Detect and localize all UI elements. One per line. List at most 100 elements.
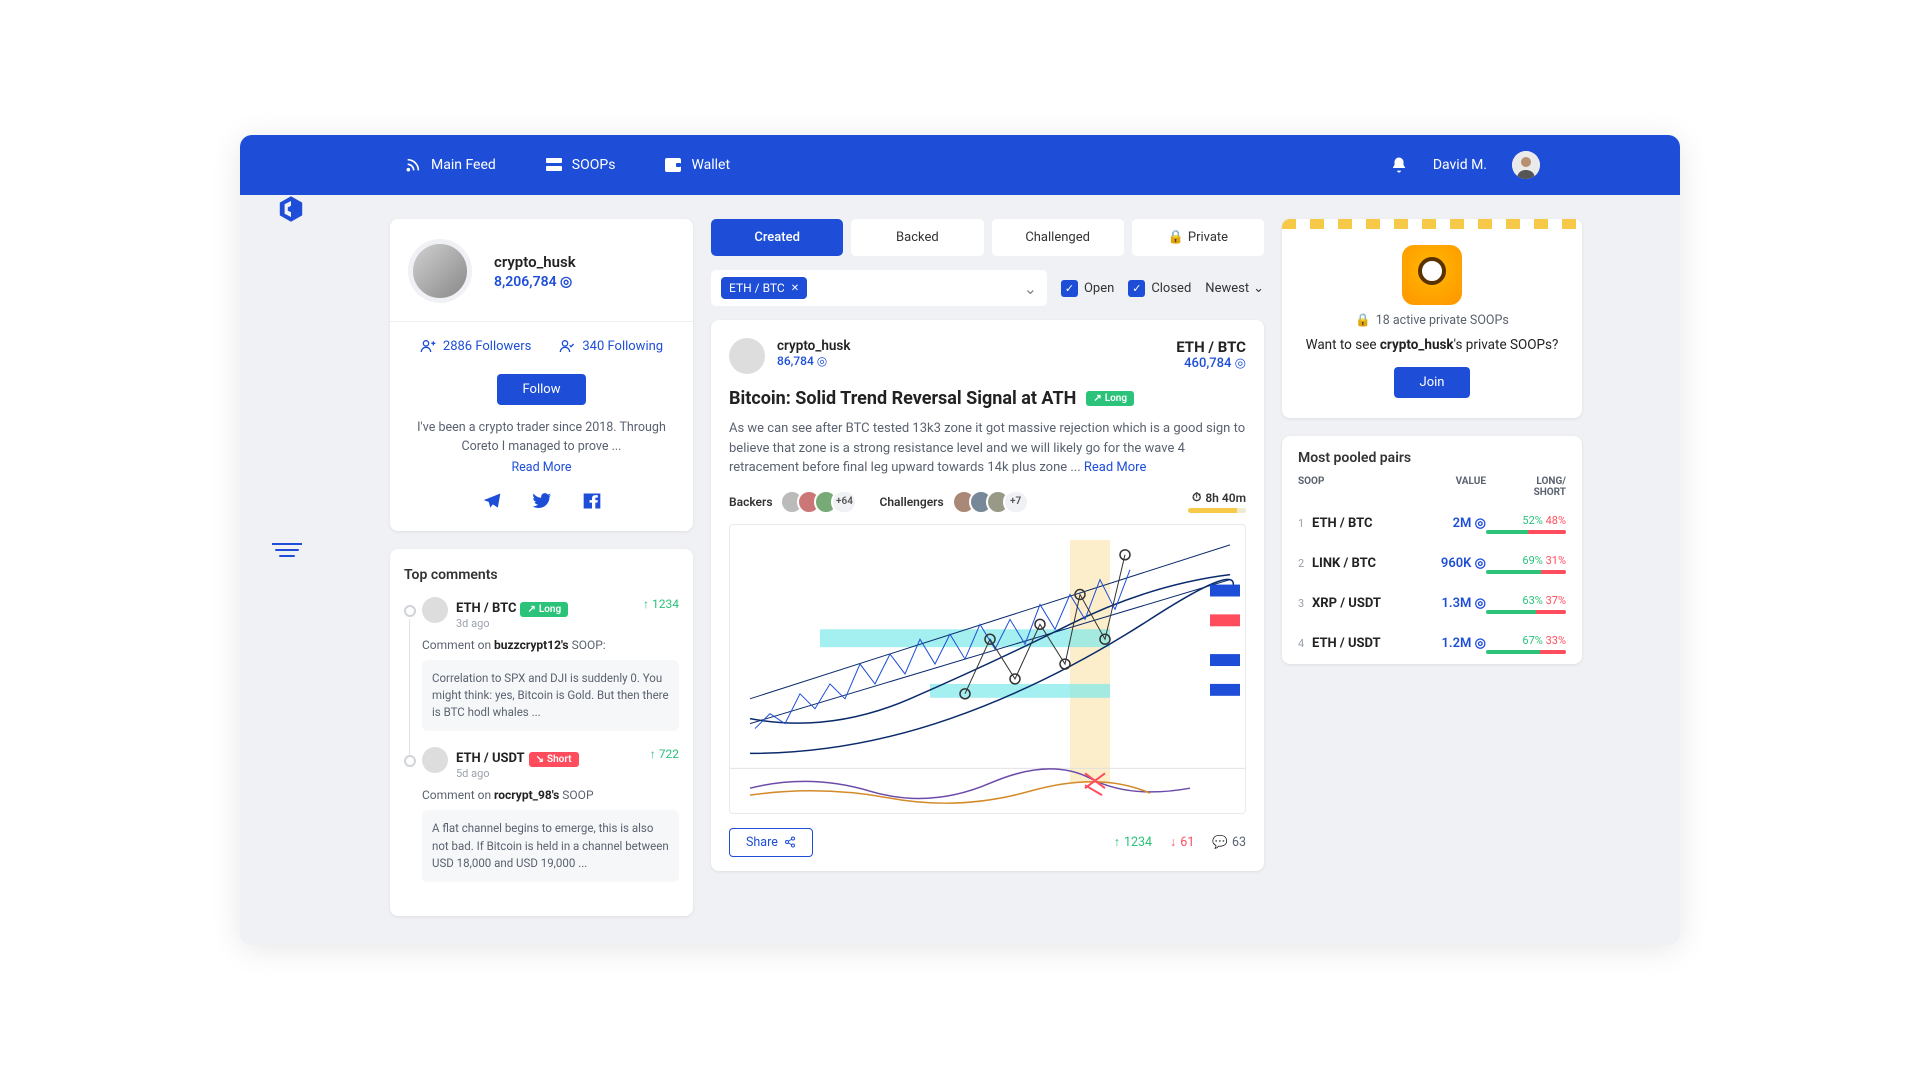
followers-stat[interactable]: 2886 Followers — [420, 338, 531, 354]
app-logo[interactable] — [275, 193, 307, 225]
chevron-down-icon: ⌄ — [1024, 279, 1037, 298]
pool-row[interactable]: 2 LINK / BTC 960K ◎ 69% 31% — [1282, 544, 1582, 584]
current-user-avatar[interactable] — [1512, 151, 1540, 179]
chip-remove-icon[interactable]: ✕ — [791, 283, 799, 294]
pool-long-short: 67% 33% — [1486, 634, 1566, 654]
pool-pair: ETH / USDT — [1312, 636, 1426, 651]
comment-item[interactable]: ETH / BTC ↗ Long 3d ago ↑ 1234 Comment o… — [422, 597, 679, 748]
upvotes[interactable]: ↑ 1234 — [1114, 835, 1152, 850]
post-amount: 460,784 ◎ — [1176, 356, 1246, 371]
post-title: Bitcoin: Solid Trend Reversal Signal at … — [729, 388, 1246, 409]
nav-wallet-label: Wallet — [691, 157, 730, 173]
comments-count[interactable]: 💬 63 — [1212, 835, 1246, 850]
share-button[interactable]: Share — [729, 828, 813, 857]
comment-item[interactable]: ETH / USDT ↘ Short 5d ago ↑ 722 Comment … — [422, 747, 679, 898]
filter-open-checkbox[interactable]: ✓Open — [1061, 280, 1114, 297]
followers-icon — [420, 338, 436, 354]
join-button[interactable]: Join — [1394, 367, 1471, 398]
nav-soops-label: SOOPs — [572, 157, 616, 173]
following-icon — [559, 338, 575, 354]
nav-feed-label: Main Feed — [431, 157, 496, 173]
profile-balance: 8,206,784 ◎ — [494, 274, 576, 290]
comment-body: A flat channel begins to emerge, this is… — [422, 810, 679, 882]
pool-value: 1.3M ◎ — [1426, 596, 1486, 611]
downvotes[interactable]: ↓ 61 — [1170, 835, 1194, 850]
short-badge: ↘ Short — [529, 752, 579, 767]
wallet-icon — [665, 158, 681, 172]
backers-label: Backers — [729, 495, 772, 509]
challengers-label: Challengers — [879, 495, 943, 509]
backers-avatars[interactable]: +64 — [780, 490, 857, 514]
soop-post: crypto_husk 86,784 ◎ ETH / BTC 460,784 ◎… — [711, 320, 1264, 871]
tab-backed[interactable]: Backed — [851, 219, 983, 256]
top-comments-title: Top comments — [404, 567, 679, 583]
pool-long-short: 52% 48% — [1486, 514, 1566, 534]
top-comments-card: Top comments ETH / BTC ↗ Long 3d ago ↑ 1… — [390, 549, 693, 917]
comment-avatar — [422, 747, 448, 773]
post-username[interactable]: crypto_husk — [777, 338, 850, 354]
pool-row[interactable]: 4 ETH / USDT 1.2M ◎ 67% 33% — [1282, 624, 1582, 664]
private-count: 🔒 18 active private SOOPs — [1302, 313, 1562, 328]
profile-username: crypto_husk — [494, 253, 576, 271]
private-soops-card: 🔒 18 active private SOOPs Want to see cr… — [1282, 219, 1582, 418]
challengers-avatars[interactable]: +7 — [952, 490, 1029, 514]
post-balance: 86,784 ◎ — [777, 354, 850, 368]
filter-closed-checkbox[interactable]: ✓Closed — [1128, 280, 1191, 297]
comment-pair: ETH / BTC — [456, 601, 516, 616]
pool-row[interactable]: 1 ETH / BTC 2M ◎ 52% 48% — [1282, 504, 1582, 544]
twitter-icon[interactable] — [532, 491, 552, 511]
lock-icon: 🔒 — [1168, 230, 1184, 245]
pool-header: SOOP VALUE LONG/ SHORT — [1282, 476, 1582, 504]
comment-pair: ETH / USDT — [456, 751, 525, 766]
tab-challenged[interactable]: Challenged — [992, 219, 1124, 256]
comment-votes[interactable]: ↑ 722 — [650, 747, 679, 761]
soops-icon — [546, 158, 562, 172]
pool-row[interactable]: 3 XRP / USDT 1.3M ◎ 63% 37% — [1282, 584, 1582, 624]
tab-private[interactable]: 🔒Private — [1132, 219, 1264, 256]
feed-icon — [405, 157, 421, 173]
post-avatar[interactable] — [729, 338, 765, 374]
current-user-name[interactable]: David M. — [1433, 157, 1487, 173]
comment-age: 3d ago — [456, 617, 568, 630]
pool-long-short: 63% 37% — [1486, 594, 1566, 614]
post-pair: ETH / BTC — [1176, 338, 1246, 356]
pool-title: Most pooled pairs — [1282, 436, 1582, 476]
sort-dropdown[interactable]: Newest ⌄ — [1205, 281, 1264, 296]
pool-value: 1.2M ◎ — [1426, 636, 1486, 651]
backers-more: +64 — [831, 490, 857, 514]
comment-votes[interactable]: ↑ 1234 — [643, 597, 679, 611]
comment-age: 5d ago — [456, 767, 579, 780]
private-text: Want to see crypto_husk's private SOOPs? — [1302, 336, 1562, 355]
filter-chip: ETH / BTC✕ — [721, 277, 807, 299]
comment-body: Correlation to SPX and DJI is suddenly 0… — [422, 660, 679, 732]
notifications-icon[interactable] — [1390, 156, 1408, 174]
pool-value: 2M ◎ — [1426, 516, 1486, 531]
most-pooled-card: Most pooled pairs SOOP VALUE LONG/ SHORT… — [1282, 436, 1582, 664]
facebook-icon[interactable] — [582, 491, 602, 511]
post-chart[interactable] — [729, 524, 1246, 814]
pool-pair: ETH / BTC — [1312, 516, 1426, 531]
comment-avatar — [422, 597, 448, 623]
nav-wallet[interactable]: Wallet — [665, 157, 730, 173]
post-description: As we can see after BTC tested 13k3 zone… — [729, 419, 1246, 478]
profile-bio: I've been a crypto trader since 2018. Th… — [408, 419, 675, 457]
profile-avatar[interactable] — [408, 239, 472, 303]
nav-soops[interactable]: SOOPs — [546, 157, 616, 173]
comment-ref: Comment on buzzcrypt12's SOOP: — [422, 638, 679, 652]
follow-button[interactable]: Follow — [497, 374, 587, 405]
checkbox-icon: ✓ — [1061, 280, 1078, 297]
following-stat[interactable]: 340 Following — [559, 338, 663, 354]
post-timer: ⏱ 8h 40m — [1188, 490, 1246, 513]
pool-pair: LINK / BTC — [1312, 556, 1426, 571]
pair-filter-select[interactable]: ETH / BTC✕ ⌄ — [711, 270, 1047, 306]
comment-ref: Comment on rocrypt_98's SOOP — [422, 788, 679, 802]
nav-main-feed[interactable]: Main Feed — [405, 157, 496, 173]
long-badge: ↗ Long — [1086, 391, 1134, 406]
menu-toggle-icon[interactable] — [272, 542, 302, 558]
long-badge: ↗ Long — [520, 602, 568, 617]
bio-read-more[interactable]: Read More — [408, 460, 675, 475]
tab-created[interactable]: Created — [711, 219, 843, 256]
post-read-more[interactable]: Read More — [1084, 460, 1146, 475]
pool-long-short: 69% 31% — [1486, 554, 1566, 574]
telegram-icon[interactable] — [482, 491, 502, 511]
